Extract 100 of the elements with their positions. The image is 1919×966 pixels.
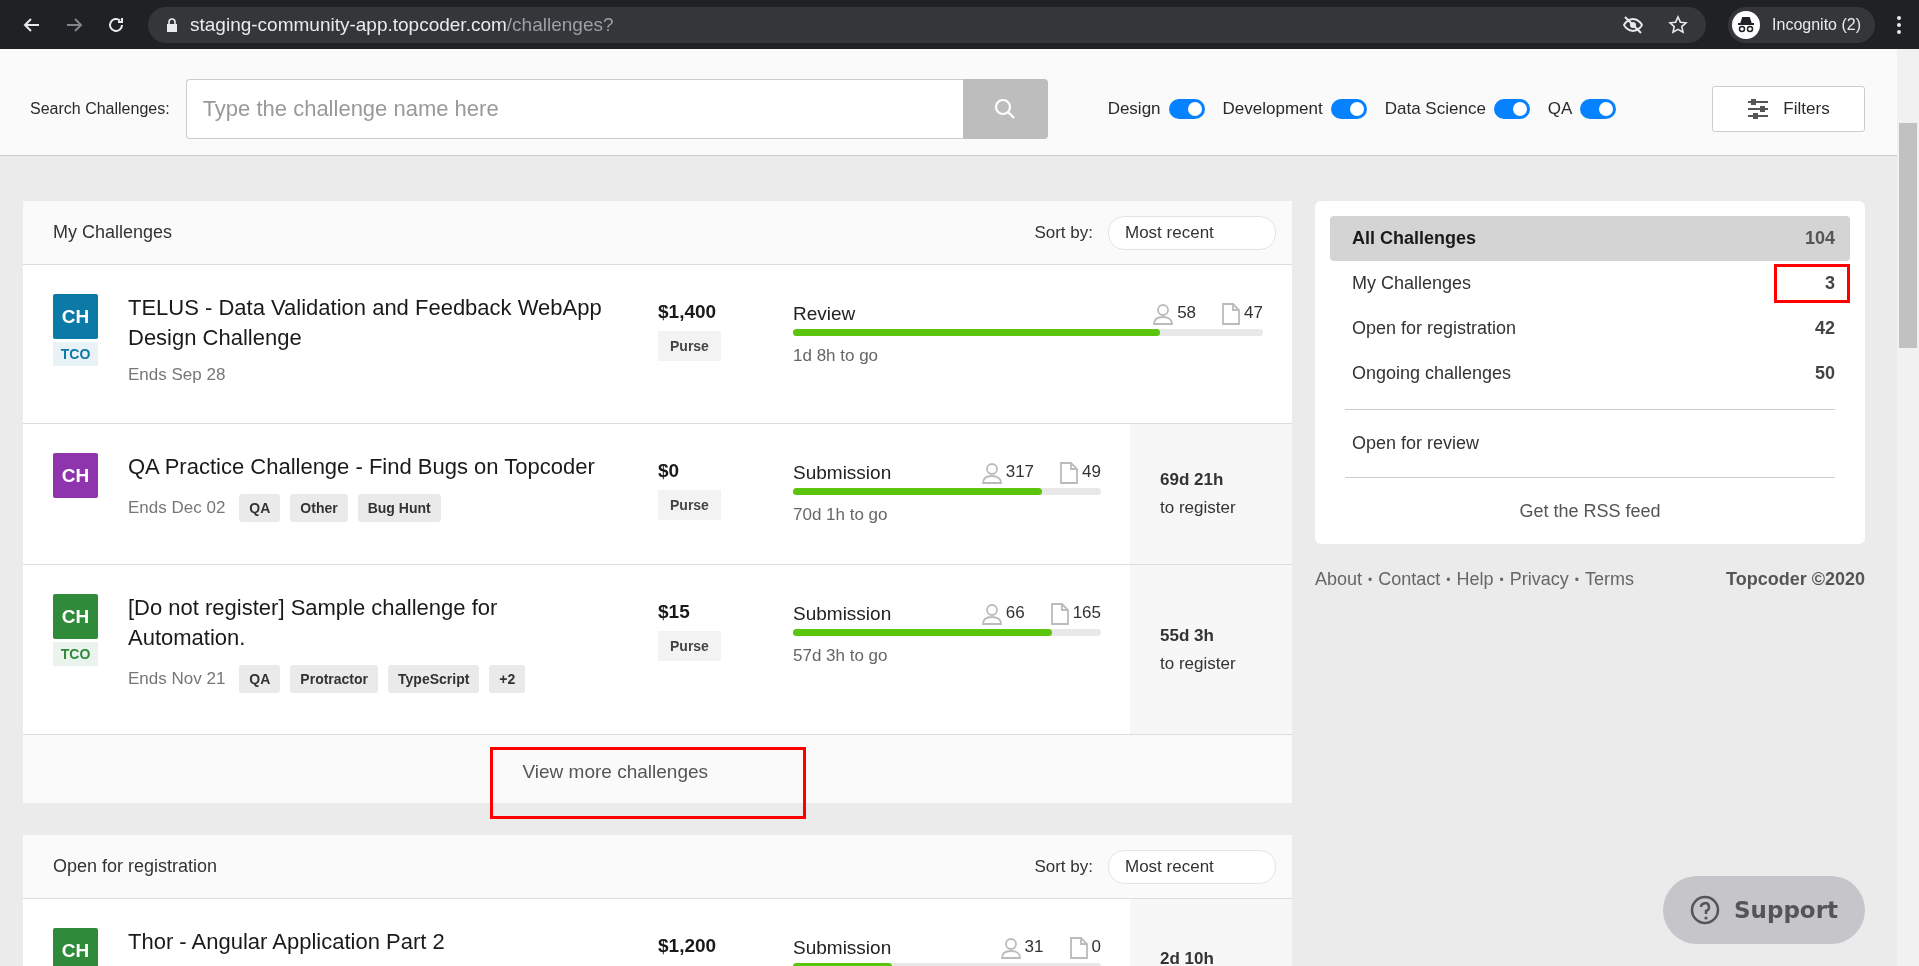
- separator-dot: •: [1574, 572, 1579, 587]
- event-badge: TCO: [53, 342, 98, 366]
- submission-count: 165: [1072, 603, 1101, 623]
- tag[interactable]: QA: [239, 665, 281, 693]
- challenge-count: 42: [1813, 317, 1836, 340]
- challenge-title[interactable]: TELUS - Data Validation and Feedback WebApp Design Challenge: [128, 293, 608, 353]
- incognito-badge[interactable]: Incognito (2): [1728, 6, 1875, 43]
- footer-link[interactable]: Terms: [1584, 569, 1634, 590]
- footer-link[interactable]: Help: [1456, 569, 1494, 590]
- document-icon: [1060, 462, 1079, 484]
- sort-dropdown[interactable]: Most recent: [1108, 849, 1276, 884]
- star-icon[interactable]: [1668, 14, 1689, 35]
- registration-label: to register: [1160, 498, 1237, 518]
- sliders-icon: [1747, 99, 1770, 119]
- person-icon: [981, 603, 1002, 625]
- time-left: 57d 3h to go: [793, 646, 889, 666]
- footer-link[interactable]: Privacy: [1509, 569, 1569, 590]
- track-toggle[interactable]: [1580, 99, 1617, 119]
- tag[interactable]: TypeScript: [388, 665, 480, 693]
- end-date: Ends Nov 21: [128, 669, 226, 689]
- track-label: Data Science: [1384, 99, 1486, 119]
- challenge-title[interactable]: Thor - Angular Application Part 2: [128, 927, 608, 957]
- registrant-count: 58: [1177, 303, 1197, 323]
- document-icon: [1069, 937, 1088, 959]
- separator-dot: •: [1446, 572, 1451, 587]
- challenge-title[interactable]: [Do not register] Sample challenge for Automation.: [128, 593, 548, 653]
- incognito-icon: [1732, 10, 1761, 39]
- document-icon: [1050, 603, 1069, 625]
- support-button[interactable]: Support: [1663, 876, 1865, 944]
- challenge-title[interactable]: QA Practice Challenge - Find Bugs on Topcoder: [128, 452, 608, 482]
- person-icon: [981, 462, 1002, 484]
- sort-label: Sort by:: [1034, 856, 1093, 877]
- separator-dot: •: [1499, 572, 1504, 587]
- challenge-count: 50: [1813, 362, 1836, 385]
- tag[interactable]: QA: [239, 494, 281, 522]
- section-title: My Challenges: [53, 222, 174, 243]
- submission-count: 49: [1082, 462, 1101, 482]
- address-bar[interactable]: staging-community-app.topcoder.com/challenges?: [148, 6, 1707, 43]
- end-date: Ends Dec 02: [128, 498, 226, 518]
- sidebar-item[interactable]: Open for registration 42: [1330, 306, 1850, 351]
- prize-amount: $1,400: [658, 301, 717, 323]
- sidebar-link[interactable]: Open for review: [1330, 423, 1850, 464]
- track-toggle[interactable]: [1330, 99, 1367, 119]
- track-avatar: CH: [53, 594, 98, 639]
- tag[interactable]: +2: [489, 665, 526, 693]
- section-title: Open for registration: [53, 856, 219, 877]
- registration-time: 55d 3h: [1160, 625, 1215, 646]
- tag[interactable]: Other: [290, 494, 348, 522]
- track-label: Development: [1222, 99, 1323, 119]
- footer-link[interactable]: About: [1315, 569, 1363, 590]
- search-icon: [994, 98, 1017, 120]
- view-more-button[interactable]: View more challenges: [489, 747, 806, 819]
- registrant-count: 66: [1005, 603, 1025, 623]
- registration-time: 69d 21h: [1160, 470, 1225, 490]
- track-toggle[interactable]: [1168, 99, 1205, 119]
- tag[interactable]: Bug Hunt: [357, 494, 441, 522]
- sort-dropdown[interactable]: Most recent: [1108, 215, 1276, 250]
- rss-link[interactable]: Get the RSS feed: [1519, 491, 1661, 534]
- footer-link[interactable]: Contact: [1378, 569, 1441, 590]
- challenge-count: 104: [1803, 227, 1836, 250]
- lock-icon: [166, 17, 178, 32]
- tag[interactable]: Protractor: [290, 665, 379, 693]
- prize-label: Purse: [658, 490, 721, 520]
- sort-label: Sort by:: [1034, 222, 1093, 243]
- prize-amount: $0: [658, 460, 680, 482]
- track-avatar: CH: [53, 294, 98, 339]
- prize-label: Purse: [658, 331, 721, 361]
- separator-dot: •: [1368, 572, 1373, 587]
- person-icon: [1153, 303, 1174, 325]
- search-field[interactable]: Type the challenge name here: [185, 79, 963, 139]
- filters-button[interactable]: Filters: [1712, 86, 1865, 132]
- end-date: Ends Sep 28: [128, 365, 226, 385]
- prize-amount: $15: [658, 601, 690, 623]
- track-toggle[interactable]: [1493, 99, 1530, 119]
- url-host: staging-community-app.topcoder.com: [190, 13, 507, 36]
- track-label: Design: [1107, 99, 1161, 119]
- prize-label: Purse: [658, 631, 721, 661]
- prize-amount: $1,200: [658, 935, 717, 957]
- challenge-count: 3: [1774, 264, 1850, 303]
- help-icon: [1690, 895, 1720, 925]
- scrollbar[interactable]: [1897, 49, 1919, 966]
- registrant-count: 31: [1024, 937, 1044, 957]
- sidebar-item[interactable]: Ongoing challenges 50: [1330, 351, 1850, 396]
- more-menu-icon[interactable]: [1897, 15, 1901, 34]
- submission-count: 47: [1244, 303, 1263, 323]
- eye-slash-icon[interactable]: [1622, 15, 1645, 34]
- phase-label: Review: [793, 302, 857, 325]
- url-path: /challenges?: [506, 13, 614, 36]
- search-label: Search Challenges:: [30, 100, 170, 118]
- sidebar-item[interactable]: All Challenges 104: [1330, 216, 1850, 261]
- time-left: 1d 8h to go: [793, 346, 880, 366]
- time-left: 70d 1h to go: [793, 505, 889, 525]
- registration-time: 2d 10h: [1160, 949, 1215, 966]
- document-icon: [1222, 303, 1241, 325]
- track-avatar: CH: [53, 928, 98, 966]
- copyright: Topcoder ©2020: [1726, 569, 1865, 590]
- registrant-count: 317: [1005, 462, 1035, 482]
- sidebar-item[interactable]: My Challenges 3: [1330, 261, 1850, 306]
- track-label: QA: [1547, 99, 1573, 119]
- person-icon: [1000, 937, 1021, 959]
